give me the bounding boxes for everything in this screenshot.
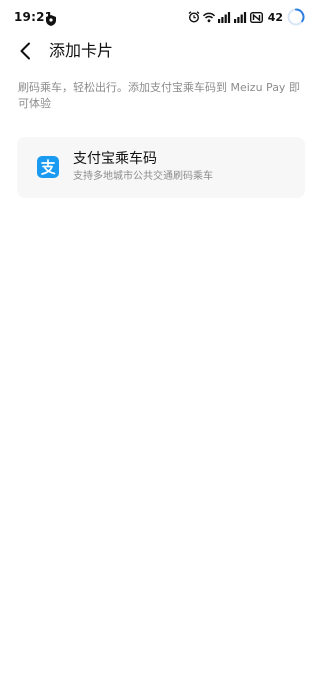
back-button[interactable] — [12, 40, 38, 66]
header: 添加卡片 — [0, 34, 323, 70]
signal-icon — [233, 11, 247, 23]
card-title: 支付宝乘车码 — [73, 151, 157, 167]
alipay-transit-card[interactable]: 支付宝乘车码 支持多地城市公共交通刷码乘车 — [17, 137, 305, 198]
status-icons: 42 — [188, 7, 305, 27]
nfc-icon — [249, 11, 263, 23]
shield-icon — [46, 11, 56, 26]
card-subtitle: 支持多地城市公共交通刷码乘车 — [73, 171, 213, 182]
page-description: 刷码乘车，轻松出行。添加支付宝乘车码到 Meizu Pay 即可体验 — [18, 81, 300, 110]
status-bar: 19:21 42 — [0, 0, 323, 34]
chevron-left-icon — [19, 42, 31, 64]
page-title: 添加卡片 — [49, 41, 114, 60]
alipay-icon — [37, 156, 59, 178]
wifi-icon — [202, 12, 215, 23]
alarm-icon — [188, 11, 200, 23]
battery-level: 42 — [267, 10, 283, 24]
battery-ring-icon — [287, 8, 305, 26]
signal-icon — [217, 11, 231, 23]
